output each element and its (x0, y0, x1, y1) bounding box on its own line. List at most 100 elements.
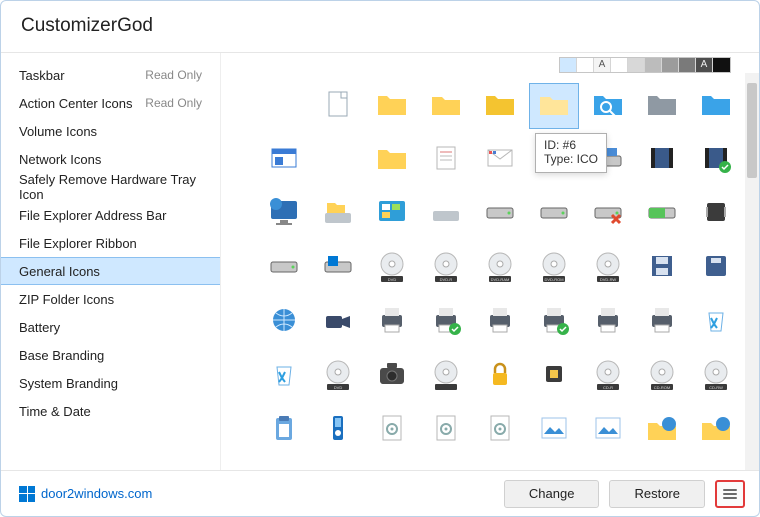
grid-cell[interactable] (583, 407, 633, 453)
grid-cell[interactable] (259, 299, 309, 345)
sidebar-item-status: Read Only (145, 96, 202, 110)
grid-cell[interactable]: DVD-R (421, 245, 471, 291)
sidebar-item[interactable]: Network Icons (1, 145, 220, 173)
grid-cell[interactable]: DVD (367, 245, 417, 291)
grid-cell[interactable] (583, 191, 633, 237)
sidebar-item[interactable]: Safely Remove Hardware Tray Icon (1, 173, 220, 201)
svg-text:DVD-RAM: DVD-RAM (491, 277, 510, 282)
grid-cell[interactable]: CD-ROM (637, 353, 687, 399)
grid-cell[interactable]: DVD-ROM (529, 245, 579, 291)
scrollbar[interactable] (745, 73, 759, 470)
floppy-drive-icon (429, 195, 463, 234)
grid-cell[interactable]: DVD-RW (583, 245, 633, 291)
grid-cell[interactable] (691, 137, 741, 183)
sidebar-item[interactable]: File Explorer Ribbon (1, 229, 220, 257)
grid-cell[interactable] (259, 407, 309, 453)
vendor-link[interactable]: door2windows.com (19, 486, 152, 502)
sidebar-item[interactable]: File Explorer Address Bar (1, 201, 220, 229)
grid-cell[interactable] (475, 353, 525, 399)
grid-cell[interactable] (259, 245, 309, 291)
restore-button[interactable]: Restore (609, 480, 705, 508)
grid-cell[interactable] (637, 191, 687, 237)
grid-cell[interactable] (529, 191, 579, 237)
grid-cell[interactable] (529, 83, 579, 129)
grid-cell[interactable] (583, 299, 633, 345)
grid-cell[interactable] (313, 407, 363, 453)
menu-button[interactable] (715, 480, 745, 508)
grid-cell[interactable] (421, 191, 471, 237)
grid-cell[interactable] (367, 137, 417, 183)
grid-cell[interactable]: CD-R (583, 353, 633, 399)
grid-cell[interactable] (637, 137, 687, 183)
scroll-thumb[interactable] (747, 83, 757, 178)
view-swatch[interactable] (662, 58, 679, 72)
change-button[interactable]: Change (504, 480, 600, 508)
view-swatch[interactable]: A (696, 58, 713, 72)
grid-cell[interactable] (421, 407, 471, 453)
grid-cell[interactable] (259, 137, 309, 183)
grid-cell[interactable] (313, 299, 363, 345)
view-swatches[interactable]: AA (559, 57, 731, 73)
view-swatch[interactable] (679, 58, 696, 72)
grid-cell[interactable] (259, 353, 309, 399)
settings-doc-icon (375, 411, 409, 450)
sidebar-item[interactable]: System Branding (1, 369, 220, 397)
grid-cell[interactable] (691, 407, 741, 453)
grid-cell[interactable] (313, 83, 363, 129)
grid-cell[interactable] (529, 299, 579, 345)
sidebar-item-label: System Branding (19, 376, 118, 391)
grid-cell[interactable] (637, 245, 687, 291)
sidebar-item[interactable]: Time & Date (1, 397, 220, 425)
grid-cell[interactable] (691, 83, 741, 129)
sidebar-item[interactable]: Action Center IconsRead Only (1, 89, 220, 117)
grid-cell[interactable] (583, 83, 633, 129)
svg-text:DVD: DVD (334, 385, 343, 390)
grid-cell[interactable] (367, 299, 417, 345)
printer-icon (483, 303, 517, 342)
grid-cell[interactable] (421, 137, 471, 183)
grid-cell[interactable] (475, 407, 525, 453)
grid-cell[interactable] (259, 191, 309, 237)
view-swatch[interactable] (611, 58, 628, 72)
grid-cell[interactable] (637, 407, 687, 453)
sidebar-item[interactable]: General Icons (1, 257, 220, 285)
view-swatch[interactable]: A (594, 58, 611, 72)
grid-cell[interactable] (637, 299, 687, 345)
grid-cell[interactable] (691, 299, 741, 345)
sidebar-item[interactable]: Battery (1, 313, 220, 341)
sidebar-item[interactable]: ZIP Folder Icons (1, 285, 220, 313)
grid-cell[interactable] (421, 83, 471, 129)
view-swatch[interactable] (577, 58, 594, 72)
sidebar-item[interactable]: TaskbarRead Only (1, 61, 220, 89)
disc-dvdr-icon: DVD-R (429, 249, 463, 288)
grid-cell[interactable] (367, 353, 417, 399)
grid-cell[interactable] (313, 245, 363, 291)
grid-cell[interactable] (313, 191, 363, 237)
grid-cell[interactable] (529, 353, 579, 399)
grid-cell[interactable] (421, 299, 471, 345)
sidebar-item[interactable]: Base Branding (1, 341, 220, 369)
view-swatch[interactable] (628, 58, 645, 72)
grid-cell[interactable] (367, 191, 417, 237)
windows-logo-icon (19, 486, 35, 502)
grid-cell[interactable] (475, 83, 525, 129)
grid-cell[interactable] (475, 137, 525, 183)
grid-cell[interactable] (475, 191, 525, 237)
view-swatch[interactable] (645, 58, 662, 72)
view-swatch[interactable] (713, 58, 730, 72)
sidebar-item[interactable]: Volume Icons (1, 117, 220, 145)
footer: door2windows.com Change Restore (1, 470, 759, 516)
grid-cell[interactable] (475, 299, 525, 345)
grid-cell[interactable] (367, 83, 417, 129)
grid-cell[interactable] (367, 407, 417, 453)
grid-cell[interactable]: CD-RW (691, 353, 741, 399)
grid-cell[interactable] (637, 83, 687, 129)
grid-cell[interactable]: DVD-RAM (475, 245, 525, 291)
grid-cell[interactable] (529, 407, 579, 453)
grid-cell[interactable] (421, 353, 471, 399)
grid-cell[interactable] (691, 191, 741, 237)
grid-cell[interactable]: DVD (313, 353, 363, 399)
grid-cell[interactable] (691, 245, 741, 291)
printer-icon (645, 303, 679, 342)
view-swatch[interactable] (560, 58, 577, 72)
